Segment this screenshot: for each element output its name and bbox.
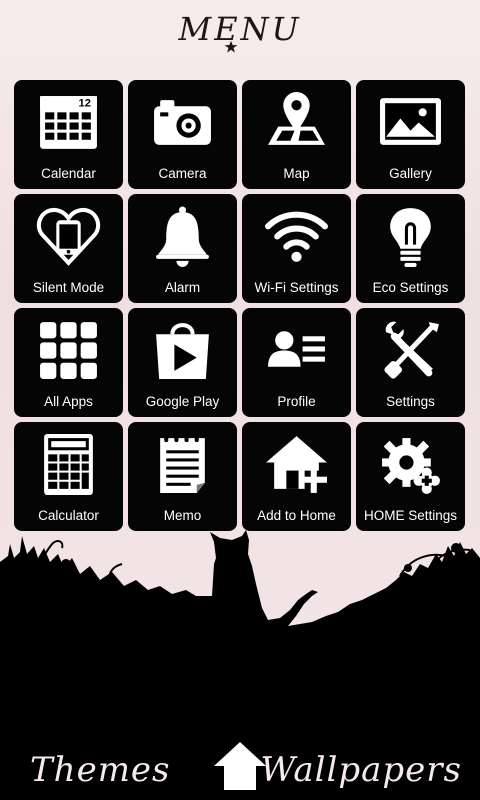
tile-wifi-settings[interactable]: Wi-Fi Settings: [242, 194, 351, 303]
profile-icon: [268, 331, 325, 367]
tile-label: Google Play: [145, 394, 220, 409]
tile-label: All Apps: [44, 394, 93, 409]
app-grid-icon: [40, 322, 97, 379]
tile-silent-mode[interactable]: Silent Mode: [14, 194, 123, 303]
calendar-icon: 12: [40, 96, 97, 149]
star-icon: [224, 40, 238, 53]
tile-label: Settings: [386, 394, 435, 409]
tile-map[interactable]: Map: [242, 80, 351, 189]
themes-link[interactable]: Themes: [30, 750, 171, 790]
tile-label: Calculator: [38, 508, 99, 523]
bell-icon: [156, 206, 209, 267]
home-gear-icon: [382, 438, 440, 494]
wallpapers-link[interactable]: Wallpapers: [260, 750, 462, 790]
tile-label: HOME Settings: [363, 508, 458, 523]
tile-settings[interactable]: Settings: [356, 308, 465, 417]
tile-label: Wi-Fi Settings: [254, 280, 339, 295]
tile-label: Profile: [277, 394, 316, 409]
header: MENU: [0, 4, 480, 60]
tile-memo[interactable]: Memo: [128, 422, 237, 531]
add-home-icon: [266, 436, 327, 493]
camera-icon: [154, 100, 211, 145]
tile-label: Alarm: [164, 280, 201, 295]
tile-camera[interactable]: Camera: [128, 80, 237, 189]
tile-label: Map: [283, 166, 310, 181]
tile-alarm[interactable]: Alarm: [128, 194, 237, 303]
page-title: MENU: [178, 10, 302, 48]
tile-label: Add to Home: [257, 508, 336, 523]
tile-calendar[interactable]: 12 Calendar: [14, 80, 123, 189]
play-store-icon: [156, 323, 209, 379]
tile-label: Camera: [158, 166, 207, 181]
tile-label: Memo: [163, 508, 202, 523]
silent-mode-icon: [36, 208, 101, 266]
app-grid: 12 Calendar Camera Map Gallery Silent Mo…: [14, 80, 466, 532]
light-bulb-icon: [390, 208, 431, 267]
calendar-date: 12: [79, 97, 91, 109]
tile-google-play[interactable]: Google Play: [128, 308, 237, 417]
wifi-icon: [265, 211, 328, 262]
tile-label: Gallery: [389, 166, 432, 181]
map-pin-icon: [268, 92, 325, 145]
tile-eco-settings[interactable]: Eco Settings: [356, 194, 465, 303]
tools-icon: [384, 321, 439, 379]
tile-add-to-home[interactable]: Add to Home: [242, 422, 351, 531]
tile-gallery[interactable]: Gallery: [356, 80, 465, 189]
bottom-navigation: Themes Wallpapers: [0, 730, 480, 800]
tile-calculator[interactable]: Calculator: [14, 422, 123, 531]
tile-all-apps[interactable]: All Apps: [14, 308, 123, 417]
tile-label: Calendar: [41, 166, 96, 181]
tile-label: Silent Mode: [32, 280, 105, 295]
calculator-icon: [44, 434, 93, 495]
tile-profile[interactable]: Profile: [242, 308, 351, 417]
tile-label: Eco Settings: [372, 280, 449, 295]
tile-home-settings[interactable]: HOME Settings: [356, 422, 465, 531]
notepad-icon: [160, 434, 205, 493]
gallery-icon: [380, 98, 441, 145]
home-screen: MENU 12 Calendar Camera Map Gallery Sile…: [0, 0, 480, 800]
